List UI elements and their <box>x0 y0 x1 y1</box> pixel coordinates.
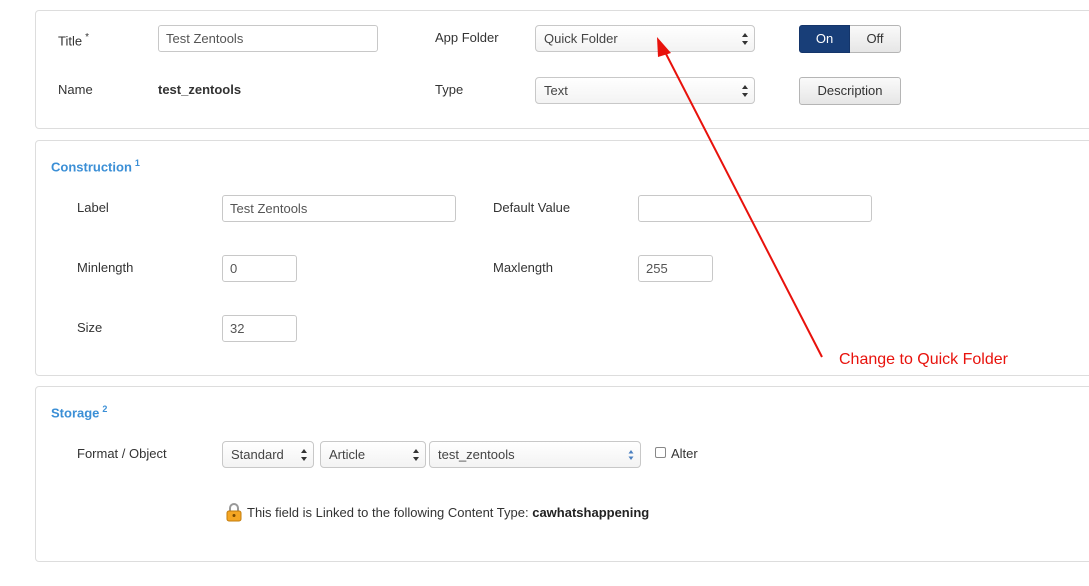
annotation-text: Change to Quick Folder <box>839 351 1008 368</box>
annotation-arrow <box>657 37 823 358</box>
